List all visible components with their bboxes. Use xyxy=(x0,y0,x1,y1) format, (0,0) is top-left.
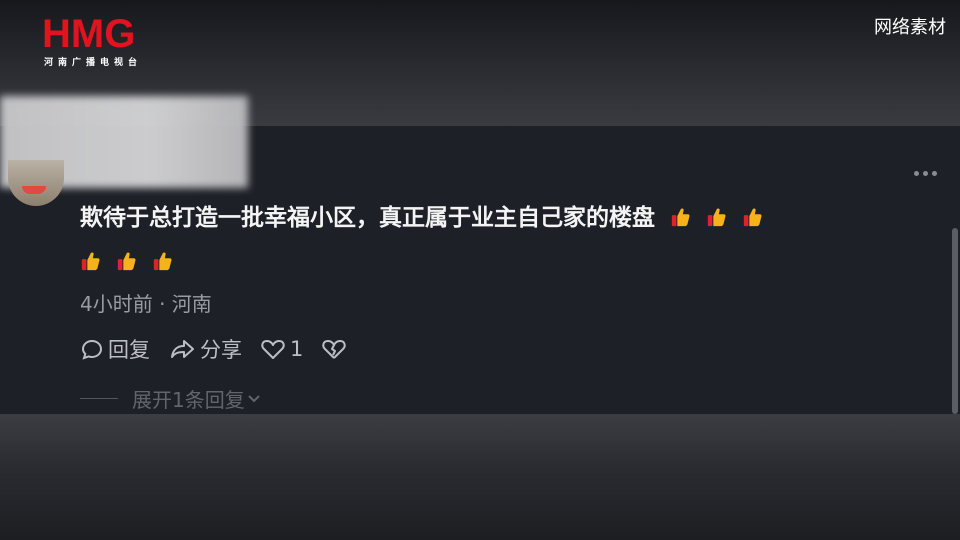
expand-replies-button[interactable]: 展开1条回复 xyxy=(80,384,263,413)
comment-bubble-icon xyxy=(81,339,103,360)
hmg-logo: HMG 河南广播电视台 xyxy=(42,14,160,72)
comment-actions: 回复 分享 1 xyxy=(80,334,369,364)
comment-text: 欺待于总打造一批幸福小区，真正属于业主自己家的楼盘 xyxy=(80,205,655,231)
heart-icon xyxy=(261,340,285,359)
comment-meta: 4小时前 · 河南 xyxy=(80,292,212,316)
video-bottom-background xyxy=(0,412,960,540)
more-options-icon[interactable] xyxy=(914,168,940,178)
share-arrow-icon xyxy=(171,340,194,358)
logo-subtitle: 河南广播电视台 xyxy=(44,58,143,68)
thumbs-up-icon xyxy=(153,252,172,271)
expand-label: 展开1条回复 xyxy=(132,388,245,412)
thumbs-up-icon xyxy=(707,208,726,227)
emoji-row-1 xyxy=(663,205,771,231)
like-count: 1 xyxy=(290,337,304,361)
share-button[interactable]: 分享 xyxy=(168,334,242,364)
reply-button[interactable]: 回复 xyxy=(80,334,150,364)
expand-divider xyxy=(80,398,118,399)
comment-body: 欺待于总打造一批幸福小区，真正属于业主自己家的楼盘 xyxy=(80,196,940,284)
emoji-row-2 xyxy=(73,249,181,275)
thumbs-up-icon xyxy=(671,208,690,227)
logo-brand: HMG xyxy=(42,12,136,56)
scrollbar[interactable] xyxy=(952,228,958,414)
thumbs-up-icon xyxy=(743,208,762,227)
reply-label: 回复 xyxy=(108,338,150,362)
broken-heart-icon xyxy=(322,340,347,359)
chevron-down-icon xyxy=(248,394,260,402)
like-button[interactable]: 1 xyxy=(260,337,303,361)
thumbs-up-icon xyxy=(117,252,136,271)
share-label: 分享 xyxy=(200,338,242,362)
thumbs-up-icon xyxy=(81,252,100,271)
watermark-label: 网络素材 xyxy=(874,17,946,38)
dislike-button[interactable] xyxy=(321,337,351,361)
